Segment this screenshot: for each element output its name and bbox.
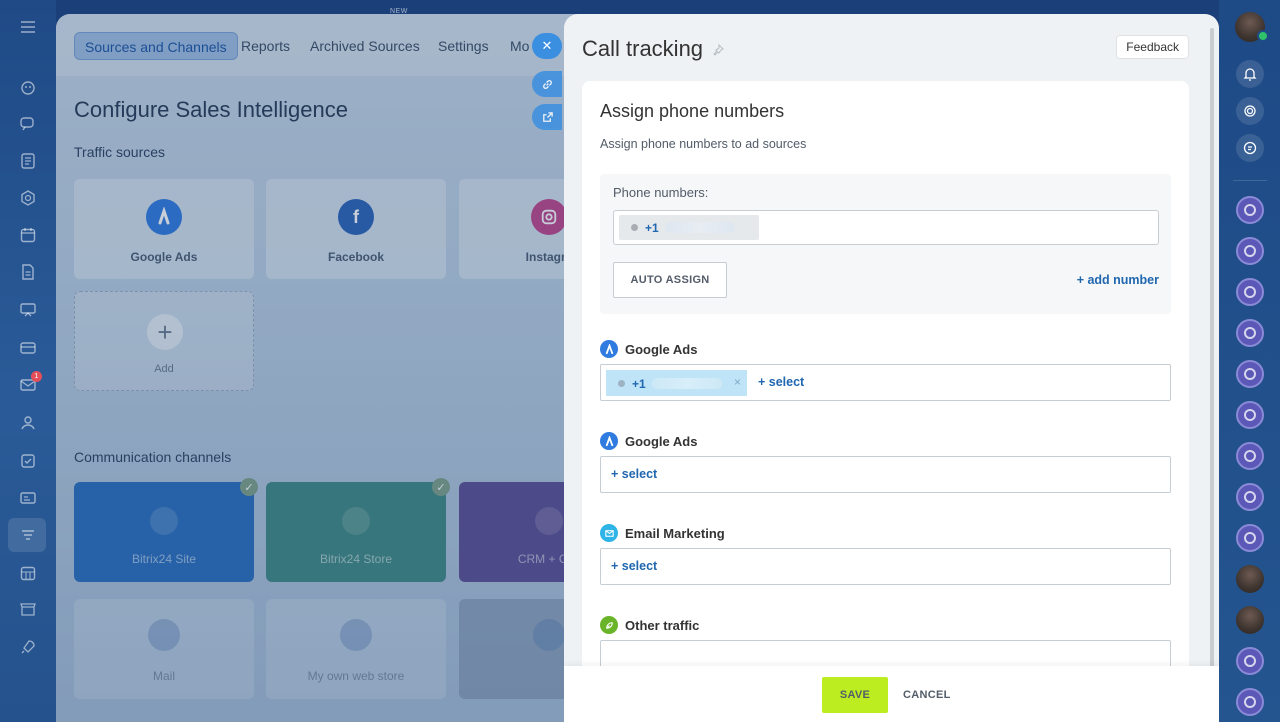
section-title: Assign phone numbers (600, 101, 785, 121)
chat-icon[interactable] (17, 113, 39, 135)
open-line-chat-icon[interactable] (1236, 524, 1264, 552)
source-email-marketing-field[interactable]: + select (600, 548, 1171, 585)
online-status-icon (1257, 30, 1269, 42)
spiral-icon[interactable] (1236, 97, 1264, 125)
open-line-chat-icon[interactable] (1236, 237, 1264, 265)
open-line-chat-icon[interactable] (1236, 483, 1264, 511)
save-button[interactable]: SAVE (822, 677, 888, 713)
phone-numbers-label: Phone numbers: (613, 185, 709, 200)
hexagon-icon[interactable] (17, 187, 39, 209)
source-google-ads-1-field[interactable]: +1 × + select (600, 364, 1171, 401)
source-google-ads-2: Google Ads (600, 432, 697, 450)
panel-title: Call tracking (582, 36, 704, 61)
open-line-chat-icon[interactable] (1236, 196, 1264, 224)
calendar-icon[interactable] (17, 224, 39, 246)
status-dot (631, 224, 638, 231)
leaf-icon (600, 616, 618, 634)
source-google-ads-1: Google Ads (600, 340, 697, 358)
remove-tag-icon[interactable]: × (734, 375, 741, 389)
auto-assign-button[interactable]: AUTO ASSIGN (613, 262, 727, 298)
phone-numbers-field[interactable]: +1 (613, 210, 1159, 245)
contact-avatar[interactable] (1236, 565, 1264, 593)
rocket-icon[interactable] (17, 636, 39, 658)
open-line-chat-icon[interactable] (1236, 688, 1264, 716)
calendar-grid-icon[interactable] (17, 562, 39, 584)
document-icon[interactable] (17, 261, 39, 283)
source-email-marketing: Email Marketing (600, 524, 725, 542)
panel-scrollbar[interactable] (1210, 28, 1214, 668)
panel-footer: SAVE CANCEL (564, 666, 1219, 722)
feedback-button[interactable]: Feedback (1116, 35, 1189, 59)
open-new-window-button[interactable] (532, 104, 562, 130)
source-name: Google Ads (625, 341, 698, 357)
source-name: Google Ads (625, 433, 698, 449)
open-line-chat-icon[interactable] (1236, 442, 1264, 470)
add-number-link[interactable]: + add number (1077, 273, 1159, 287)
copy-link-button[interactable] (532, 71, 562, 97)
open-line-chat-icon[interactable] (1236, 647, 1264, 675)
users-icon[interactable] (17, 412, 39, 434)
checkbox-icon[interactable] (17, 450, 39, 472)
support-chat-icon[interactable] (1236, 134, 1264, 162)
call-tracking-panel: Call tracking Feedback Assign phone numb… (564, 14, 1219, 722)
contact-card-icon[interactable] (17, 487, 39, 509)
link-icon (542, 79, 552, 89)
phone-numbers-box: Phone numbers: +1 AUTO ASSIGN + add numb… (600, 174, 1171, 314)
right-sidebar (1219, 0, 1280, 722)
phone-number-prefix: +1 (632, 377, 646, 391)
google-ads-icon (600, 340, 618, 358)
divider (1233, 180, 1267, 181)
external-link-icon (542, 111, 553, 122)
cancel-button[interactable]: CANCEL (903, 677, 951, 713)
left-sidebar: 1 (0, 0, 56, 722)
menu-icon[interactable] (17, 16, 39, 38)
bot-icon[interactable] (17, 77, 39, 99)
select-link[interactable]: + select (758, 375, 804, 389)
open-line-chat-icon[interactable] (1236, 278, 1264, 306)
phone-number-chip[interactable]: +1 (619, 215, 759, 240)
store-icon[interactable] (17, 598, 39, 620)
close-icon: ✕ (541, 38, 553, 53)
redacted-number (652, 378, 722, 389)
section-subtitle: Assign phone numbers to ad sources (600, 137, 807, 151)
redacted-number (665, 222, 735, 233)
open-line-chat-icon[interactable] (1236, 401, 1264, 429)
source-other-traffic: Other traffic (600, 616, 699, 634)
email-icon (600, 524, 618, 542)
pin-icon[interactable] (711, 43, 725, 57)
assigned-number-tag[interactable]: +1 × (606, 370, 747, 396)
card-icon[interactable] (17, 337, 39, 359)
google-ads-icon (600, 432, 618, 450)
feed-icon[interactable] (17, 150, 39, 172)
open-line-chat-icon[interactable] (1236, 319, 1264, 347)
filter-icon[interactable] (17, 524, 39, 546)
assign-phone-numbers-section: Assign phone numbers Assign phone number… (582, 81, 1189, 671)
close-slider-button[interactable]: ✕ (532, 33, 562, 59)
source-name: Email Marketing (625, 525, 725, 541)
select-link[interactable]: + select (611, 467, 657, 481)
contact-avatar[interactable] (1236, 606, 1264, 634)
status-dot (618, 380, 625, 387)
phone-number-prefix: +1 (645, 221, 659, 235)
source-name: Other traffic (625, 617, 700, 633)
open-line-chat-icon[interactable] (1236, 360, 1264, 388)
source-google-ads-2-field[interactable]: + select (600, 456, 1171, 493)
mail-count-badge: 1 (31, 371, 42, 382)
bell-icon[interactable] (1236, 60, 1264, 88)
select-link[interactable]: + select (611, 559, 657, 573)
presentation-icon[interactable] (17, 299, 39, 321)
